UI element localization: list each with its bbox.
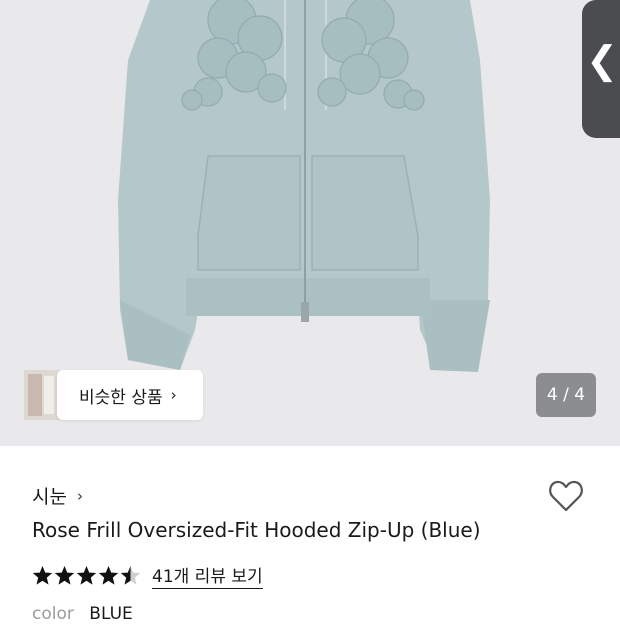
star-icon (32, 566, 53, 585)
color-value: BLUE (89, 604, 133, 624)
star-icon (76, 566, 97, 585)
product-info: 시눈 › Rose Frill Oversized-Fit Hooded Zip… (0, 446, 620, 624)
side-panel-handle[interactable]: ❮ (582, 0, 620, 138)
star-icon (98, 566, 119, 585)
chevron-left-icon: ❮ (586, 38, 618, 82)
similar-products-pill[interactable]: 비슷한 상품 › (57, 370, 203, 420)
heart-icon[interactable] (546, 476, 586, 516)
color-row: color BLUE (32, 604, 133, 624)
image-counter: 4 / 4 (536, 373, 596, 417)
chevron-right-icon: › (76, 486, 83, 505)
star-icon (120, 566, 141, 585)
product-image-gallery[interactable]: ❮ 비슷한 상품 › 4 / 4 (0, 0, 620, 446)
star-icon (54, 566, 75, 585)
similar-products-label: 비슷한 상품 (79, 387, 163, 408)
color-label: color (32, 604, 74, 624)
reviews-link[interactable]: 41개 리뷰 보기 (152, 562, 263, 589)
rating-stars (32, 565, 142, 586)
chevron-right-icon: › (170, 386, 177, 404)
brand-name: 시눈 (32, 486, 67, 508)
similar-products-button[interactable]: 비슷한 상품 › (24, 370, 203, 420)
brand-link[interactable]: 시눈 › (32, 482, 83, 509)
rating-row: 41개 리뷰 보기 (32, 562, 263, 589)
product-title: Rose Frill Oversized-Fit Hooded Zip-Up (… (32, 518, 481, 542)
